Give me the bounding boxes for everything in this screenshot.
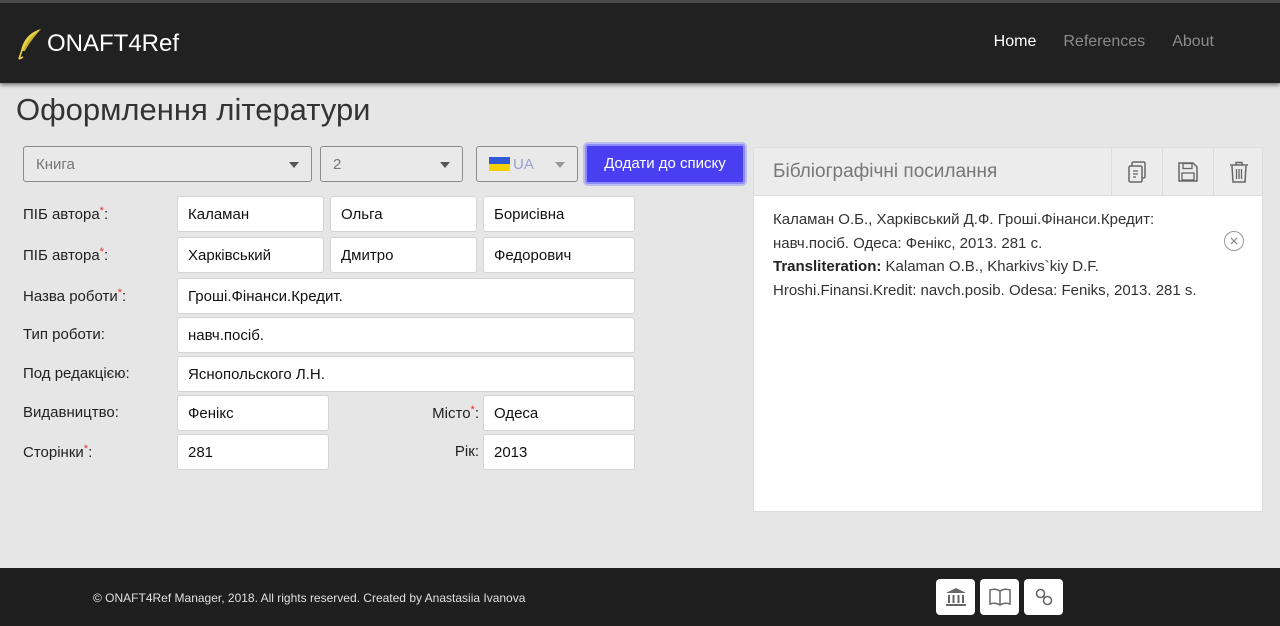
year-input[interactable]: 2013 [483, 434, 635, 470]
author1-label: ПІБ автора*: [23, 205, 109, 223]
editor-input[interactable]: Яснопольского Л.Н. [177, 356, 635, 392]
page-title: Оформлення літератури [16, 92, 371, 127]
lang-select-value: UA [513, 156, 534, 173]
ukraine-flag-icon [489, 157, 510, 171]
footer: © ONAFT4Ref Manager, 2018. All rights re… [0, 568, 1280, 626]
transliteration-label: Transliteration: [773, 258, 882, 275]
city-input[interactable]: Одеса [483, 395, 635, 431]
copy-doc-icon [1128, 161, 1146, 183]
nav-home[interactable]: Home [994, 33, 1037, 51]
required-mark: * [99, 246, 104, 258]
lang-select[interactable]: UA [476, 146, 578, 182]
reference-entry: Каламан О.Б., Харківський Д.Ф. Гроші.Фін… [773, 208, 1223, 302]
reference-line: Каламан О.Б., Харківський Д.Ф. Гроші.Фін… [773, 211, 1155, 228]
copyright-text: © ONAFT4Ref Manager, 2018. All rights re… [93, 591, 526, 605]
navbar: ONAFT4Ref Home References About [0, 0, 1280, 83]
work-title-input[interactable]: Гроші.Фінанси.Кредит. [177, 278, 635, 314]
required-mark: * [83, 443, 89, 455]
editor-label: Под редакцією: [23, 365, 130, 382]
author1-middle-name-input[interactable]: Борисівна [483, 196, 635, 232]
author2-middle-name-input[interactable]: Федорович [483, 237, 635, 273]
add-to-list-button[interactable]: Додати до списку [585, 144, 745, 184]
author2-first-name-input[interactable]: Дмитро [330, 237, 477, 273]
transliteration-line: Transliteration: Kalaman O.B., Kharkivs`… [773, 258, 1099, 275]
author1-first-name-input[interactable]: Ольга [330, 196, 477, 232]
nav-links: Home References About [994, 33, 1214, 51]
type-select[interactable]: Книга [23, 146, 312, 182]
brand[interactable]: ONAFT4Ref [16, 27, 179, 61]
required-mark: * [470, 404, 475, 416]
nav-references[interactable]: References [1063, 33, 1145, 51]
link-icon [1035, 588, 1052, 606]
chevron-down-icon [555, 162, 565, 168]
title-label: Назва роботи*: [23, 287, 127, 305]
panel-title: Бібліографічні посилання [773, 161, 998, 182]
quill-icon [18, 29, 41, 60]
panel-header: Бібліографічні посилання [754, 148, 1262, 196]
trash-icon [1230, 161, 1248, 183]
publisher-input[interactable]: Фенікс [177, 395, 329, 431]
transliteration-line: Hroshi.Finansi.Kredit: navch.posib. Odes… [773, 281, 1197, 299]
save-icon [1178, 162, 1198, 182]
work-type-input[interactable]: навч.посіб. [177, 317, 635, 353]
required-mark: * [99, 205, 104, 217]
delete-all-button[interactable] [1213, 148, 1264, 196]
author2-label: ПІБ автора*: [23, 246, 109, 264]
save-button[interactable] [1162, 148, 1213, 196]
pages-label: Сторінки*: [23, 443, 93, 461]
bank-icon [945, 588, 966, 606]
chevron-down-icon [440, 162, 450, 168]
count-select[interactable]: 2 [320, 146, 463, 182]
brand-name: ONAFT4Ref [47, 30, 180, 57]
author2-last-name-input[interactable]: Харківський [177, 237, 324, 273]
university-link-button[interactable] [936, 579, 975, 615]
close-circle-icon [1230, 237, 1238, 245]
link-button[interactable] [1024, 579, 1063, 615]
book-icon [988, 588, 1011, 606]
copy-button[interactable] [1111, 148, 1162, 196]
year-label: Рік: [454, 443, 479, 460]
publisher-label: Видавництво: [23, 404, 119, 421]
type-select-value: Книга [36, 156, 75, 173]
chevron-down-icon [289, 162, 299, 168]
count-select-value: 2 [333, 156, 342, 173]
city-label: Місто*: [432, 404, 479, 422]
library-link-button[interactable] [980, 579, 1019, 615]
work-type-label: Тип роботи: [23, 326, 105, 343]
remove-reference-button[interactable] [1224, 231, 1244, 251]
required-mark: * [117, 287, 123, 299]
nav-about[interactable]: About [1172, 33, 1214, 51]
reference-line: навч.посіб. Одеса: Фенікс, 2013. 281 с. [773, 234, 1043, 252]
pages-input[interactable]: 281 [177, 434, 329, 470]
author1-last-name-input[interactable]: Каламан [177, 196, 324, 232]
references-panel: Бібліографічні посилання Каламан О.Б., Х… [753, 147, 1263, 512]
